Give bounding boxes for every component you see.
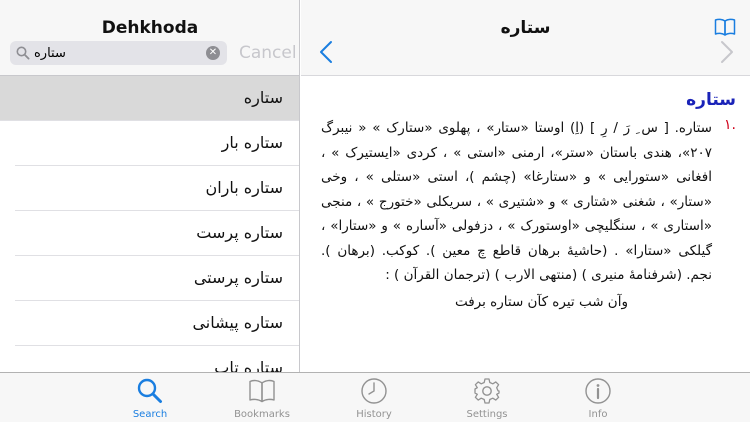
- list-item-label: ستاره پرستی: [193, 268, 283, 287]
- list-item-label: ستاره پیشانی: [192, 313, 283, 332]
- search-panel: Dehkhoda ✕ Cancel ستاره ستاره بار ستاره …: [0, 0, 300, 372]
- info-icon: [585, 378, 611, 404]
- tab-label: History: [356, 409, 392, 420]
- definition-row: .۱ ستاره. [ س ِ رَ / رِ ] (اِ) اوستا «ست…: [321, 116, 736, 288]
- tab-bar: Search Bookmarks History Settings Info: [0, 372, 750, 422]
- list-item[interactable]: ستاره بار: [15, 121, 299, 166]
- search-header: Dehkhoda ✕ Cancel: [0, 0, 299, 76]
- list-item[interactable]: ستاره تاب: [15, 346, 299, 372]
- tab-info[interactable]: Info: [558, 377, 638, 420]
- list-item[interactable]: ستاره: [0, 76, 299, 121]
- tab-settings[interactable]: Settings: [447, 377, 527, 420]
- search-field[interactable]: ✕: [10, 41, 227, 65]
- list-item-label: ستاره تاب: [214, 358, 283, 372]
- book-icon[interactable]: [714, 18, 736, 36]
- tab-label: Bookmarks: [234, 409, 290, 420]
- list-item[interactable]: ستاره پرستی: [15, 256, 299, 301]
- clear-icon[interactable]: ✕: [206, 46, 220, 60]
- list-item-label: ستاره باران: [205, 178, 283, 197]
- cancel-button[interactable]: Cancel: [239, 43, 297, 63]
- definition-header: ستاره: [301, 0, 750, 76]
- app-window: Dehkhoda ✕ Cancel ستاره ستاره بار ستاره …: [0, 0, 750, 422]
- tab-label: Info: [588, 409, 608, 420]
- headword: ستاره: [686, 90, 736, 110]
- quote-line: وآن شب تیره کآن ستاره برفت: [454, 293, 628, 310]
- dictionary-entry: ستاره .۱ ستاره. [ س ِ رَ / رِ ] (اِ) اوس…: [301, 76, 750, 314]
- list-item-label: ستاره پرست: [196, 223, 283, 242]
- tab-label: Settings: [466, 409, 508, 420]
- book-icon: [249, 379, 275, 403]
- tab-label: Search: [132, 409, 168, 420]
- clock-icon: [361, 378, 387, 404]
- search-input[interactable]: [34, 44, 202, 62]
- list-item-label: ستاره بار: [221, 133, 283, 152]
- definition-text: ستاره. [ س ِ رَ / رِ ] (اِ) اوستا «ستار»…: [321, 120, 712, 283]
- tab-history[interactable]: History: [334, 377, 414, 420]
- definition-panel: ستاره ستاره .۱ ستاره. [ س ِ رَ / رِ ] (ا…: [301, 0, 750, 372]
- list-item[interactable]: ستاره پرست: [15, 211, 299, 256]
- search-icon: [16, 46, 30, 60]
- chevron-left-icon[interactable]: [319, 40, 333, 64]
- page-title: ستاره: [500, 18, 551, 38]
- list-item[interactable]: ستاره باران: [15, 166, 299, 211]
- definition-number: .۱: [724, 117, 736, 133]
- result-list: ستاره ستاره بار ستاره باران ستاره پرست س…: [0, 76, 299, 372]
- gear-icon: [474, 378, 500, 404]
- app-title: Dehkhoda: [101, 18, 199, 38]
- tab-bookmarks[interactable]: Bookmarks: [222, 377, 302, 420]
- tab-search[interactable]: Search: [110, 377, 190, 420]
- list-item[interactable]: ستاره پیشانی: [15, 301, 299, 346]
- chevron-right-icon[interactable]: [720, 40, 734, 64]
- search-icon: [137, 378, 162, 403]
- list-item-label: ستاره: [243, 88, 283, 107]
